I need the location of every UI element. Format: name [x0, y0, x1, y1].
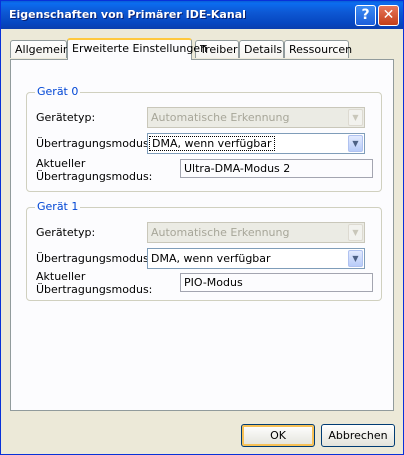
chevron-down-icon: ▼ — [348, 109, 363, 126]
title-bar[interactable]: Eigenschaften von Primärer IDE-Kanal ? ✕ — [1, 1, 403, 29]
device-0-current-mode-field: Ultra-DMA-Modus 2 — [180, 159, 373, 178]
device-0-mode-select[interactable]: DMA, wenn verfügbar ▼ — [147, 133, 365, 154]
tab-details[interactable]: Details — [239, 40, 284, 58]
tab-allgemein[interactable]: Allgemein — [10, 40, 70, 58]
tab-ressourcen[interactable]: Ressourcen — [284, 40, 352, 58]
device-0-type-value: Automatische Erkennung — [151, 111, 290, 124]
ok-button[interactable]: OK — [241, 424, 315, 447]
device-0-type-select: Automatische Erkennung ▼ — [147, 107, 365, 128]
device-1-current-label-2: Übertragungsmodus: — [36, 283, 153, 296]
properties-dialog: Eigenschaften von Primärer IDE-Kanal ? ✕… — [0, 0, 404, 455]
device-1-current-label-1: Aktueller — [36, 270, 86, 283]
window-title: Eigenschaften von Primärer IDE-Kanal — [9, 8, 246, 21]
chevron-down-icon: ▼ — [348, 224, 363, 241]
device-1-type-select: Automatische Erkennung ▼ — [147, 222, 365, 243]
device-0-current-label-2: Übertragungsmodus: — [36, 170, 153, 183]
device-1-group: Gerät 1 Gerätetyp: Automatische Erkennun… — [26, 200, 382, 301]
device-1-mode-label: Übertragungsmodus: — [36, 252, 153, 265]
chevron-down-icon[interactable]: ▼ — [348, 250, 363, 267]
device-1-mode-select[interactable]: DMA, wenn verfügbar ▼ — [147, 248, 365, 269]
close-icon[interactable]: ✕ — [378, 5, 399, 26]
chevron-down-icon[interactable]: ▼ — [348, 135, 363, 152]
device-0-type-label: Gerätetyp: — [36, 111, 96, 124]
device-1-type-value: Automatische Erkennung — [151, 226, 290, 239]
cancel-button[interactable]: Abbrechen — [321, 424, 395, 447]
device-0-group: Gerät 0 Gerätetyp: Automatische Erkennun… — [26, 85, 382, 192]
device-1-title: Gerät 1 — [35, 200, 81, 213]
device-0-current-label-1: Aktueller — [36, 157, 86, 170]
device-1-mode-value: DMA, wenn verfügbar — [151, 252, 271, 265]
tab-erweiterte-einstellungen[interactable]: Erweiterte Einstellungen — [67, 38, 207, 60]
device-1-current-mode-field: PIO-Modus — [180, 273, 373, 292]
device-1-type-label: Gerätetyp: — [36, 226, 96, 239]
tab-panel: Gerät 0 Gerätetyp: Automatische Erkennun… — [10, 59, 394, 411]
help-icon[interactable]: ? — [355, 5, 376, 26]
device-0-title: Gerät 0 — [35, 85, 81, 98]
device-0-mode-label: Übertragungsmodus: — [36, 137, 153, 150]
device-0-mode-value: DMA, wenn verfügbar — [149, 136, 275, 151]
